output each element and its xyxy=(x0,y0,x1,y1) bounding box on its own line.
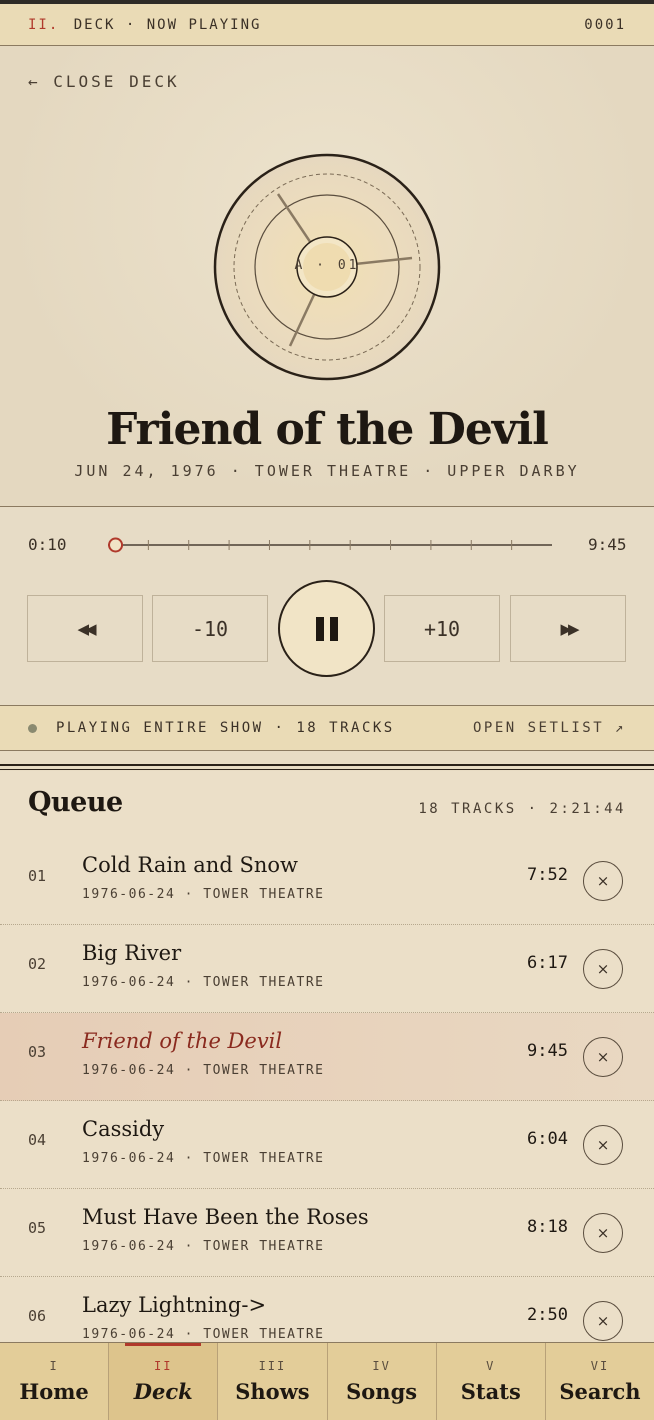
tab-numeral: I xyxy=(49,1359,59,1373)
pause-button[interactable] xyxy=(278,580,375,677)
active-tab-indicator xyxy=(125,1343,202,1346)
queue-item-subtitle: 1976-06-24 · TOWER THEATRE xyxy=(82,1327,325,1342)
now-playing-title: Friend of the Devil xyxy=(106,404,549,455)
remove-from-queue-button[interactable]: × xyxy=(583,1213,623,1253)
queue-title: Queue xyxy=(28,787,123,818)
open-setlist-link[interactable]: OPEN SETLIST ↗ xyxy=(473,720,626,736)
queue-item-number: 06 xyxy=(28,1307,47,1325)
header-counter: 0001 xyxy=(584,16,626,33)
fast-forward-icon: ▶▶ xyxy=(560,619,579,638)
queue-item-duration: 8:18 xyxy=(527,1217,568,1237)
status-bar: PLAYING ENTIRE SHOW · 18 TRACKS OPEN SET… xyxy=(0,705,654,751)
queue-item-title: Friend of the Devil xyxy=(82,1029,283,1053)
tab-deck[interactable]: II Deck xyxy=(109,1343,219,1420)
header-section-label: DECK · NOW PLAYING xyxy=(73,16,262,33)
tab-numeral: IV xyxy=(372,1359,391,1373)
queue-item[interactable]: 04 Cassidy 1976-06-24 · TOWER THEATRE 6:… xyxy=(0,1101,654,1189)
queue-item-title: Lazy Lightning-> xyxy=(82,1293,267,1317)
scrubber-handle[interactable] xyxy=(108,537,124,553)
queue-item[interactable]: 06 Lazy Lightning-> 1976-06-24 · TOWER T… xyxy=(0,1277,654,1343)
queue-item-duration: 2:50 xyxy=(527,1305,568,1325)
queue-item-title: Cassidy xyxy=(82,1117,165,1141)
skip-back-10-button[interactable]: -10 xyxy=(152,595,268,662)
remove-from-queue-button[interactable]: × xyxy=(583,1301,623,1341)
tab-search[interactable]: VI Search xyxy=(546,1343,654,1420)
previous-track-button[interactable]: ◀◀ xyxy=(27,595,143,662)
rewind-icon: ◀◀ xyxy=(77,619,96,638)
playing-status-text: PLAYING ENTIRE SHOW · 18 TRACKS xyxy=(55,720,395,736)
bottom-tab-bar: I Home II Deck III Shows IV Songs V Stat… xyxy=(0,1342,654,1420)
tab-numeral: III xyxy=(258,1359,287,1373)
queue-item-active[interactable]: 03 Friend of the Devil 1976-06-24 · TOWE… xyxy=(0,1013,654,1101)
skip-back-10-label: -10 xyxy=(191,616,229,641)
elapsed-time: 0:10 xyxy=(28,535,67,554)
remove-from-queue-button[interactable]: × xyxy=(583,1037,623,1077)
queue-item-subtitle: 1976-06-24 · TOWER THEATRE xyxy=(82,1063,325,1078)
queue-item[interactable]: 01 Cold Rain and Snow 1976-06-24 · TOWER… xyxy=(0,837,654,925)
double-rule-divider xyxy=(0,764,654,770)
total-time: 9:45 xyxy=(588,535,627,554)
queue-summary: 18 TRACKS · 2:21:44 xyxy=(418,801,626,817)
progress-scrubber[interactable] xyxy=(100,535,556,555)
queue-item-duration: 9:45 xyxy=(527,1041,568,1061)
queue-item-subtitle: 1976-06-24 · TOWER THEATRE xyxy=(82,1239,325,1254)
header-bar: II. DECK · NOW PLAYING 0001 xyxy=(0,4,654,46)
queue-item-subtitle: 1976-06-24 · TOWER THEATRE xyxy=(82,975,325,990)
tab-numeral: II xyxy=(154,1359,173,1373)
playing-status: PLAYING ENTIRE SHOW · 18 TRACKS xyxy=(28,720,395,736)
tab-stats[interactable]: V Stats xyxy=(437,1343,546,1420)
remove-from-queue-button[interactable]: × xyxy=(583,1125,623,1165)
tab-home[interactable]: I Home xyxy=(0,1343,110,1420)
queue-item-title: Must Have Been the Roses xyxy=(82,1205,369,1229)
queue-item[interactable]: 05 Must Have Been the Roses 1976-06-24 ·… xyxy=(0,1189,654,1277)
queue-item-number: 02 xyxy=(28,955,47,973)
record-label: A · 01 xyxy=(294,258,360,273)
tab-label: Songs xyxy=(346,1379,418,1404)
skip-forward-10-label: +10 xyxy=(423,616,461,641)
queue-item[interactable]: 02 Big River 1976-06-24 · TOWER THEATRE … xyxy=(0,925,654,1013)
queue-item-number: 03 xyxy=(28,1043,47,1061)
tab-songs[interactable]: IV Songs xyxy=(328,1343,437,1420)
remove-from-queue-button[interactable]: × xyxy=(583,861,623,901)
queue-item-number: 01 xyxy=(28,867,47,885)
header-section: II. DECK · NOW PLAYING xyxy=(28,17,261,33)
queue-item-number: 04 xyxy=(28,1131,47,1149)
queue-item-title: Big River xyxy=(82,941,182,965)
tab-numeral: VI xyxy=(590,1359,610,1373)
tab-label: Stats xyxy=(460,1379,521,1404)
tab-shows[interactable]: III Shows xyxy=(218,1343,328,1420)
queue-section: Queue 18 TRACKS · 2:21:44 01 Cold Rain a… xyxy=(0,771,654,1343)
now-playing-meta: JUN 24, 1976 · TOWER THEATRE · UPPER DAR… xyxy=(74,462,580,480)
queue-item-duration: 7:52 xyxy=(527,865,568,885)
status-dot-icon xyxy=(28,723,37,733)
queue-item-subtitle: 1976-06-24 · TOWER THEATRE xyxy=(82,887,325,902)
skip-forward-10-button[interactable]: +10 xyxy=(384,595,500,662)
tab-numeral: V xyxy=(486,1359,496,1373)
queue-item-subtitle: 1976-06-24 · TOWER THEATRE xyxy=(82,1151,325,1166)
queue-item-duration: 6:04 xyxy=(527,1129,568,1149)
header-roman: II. xyxy=(28,16,60,33)
tab-label: Shows xyxy=(235,1379,310,1404)
queue-item-number: 05 xyxy=(28,1219,47,1237)
tab-label: Home xyxy=(19,1379,89,1404)
tab-label: Search xyxy=(559,1379,641,1404)
queue-item-duration: 6:17 xyxy=(527,953,568,973)
tab-label: Deck xyxy=(133,1379,193,1404)
queue-item-title: Cold Rain and Snow xyxy=(82,853,298,877)
remove-from-queue-button[interactable]: × xyxy=(583,949,623,989)
next-track-button[interactable]: ▶▶ xyxy=(510,595,626,662)
pause-icon xyxy=(313,616,341,641)
close-deck-button[interactable]: ← CLOSE DECK xyxy=(28,72,180,91)
